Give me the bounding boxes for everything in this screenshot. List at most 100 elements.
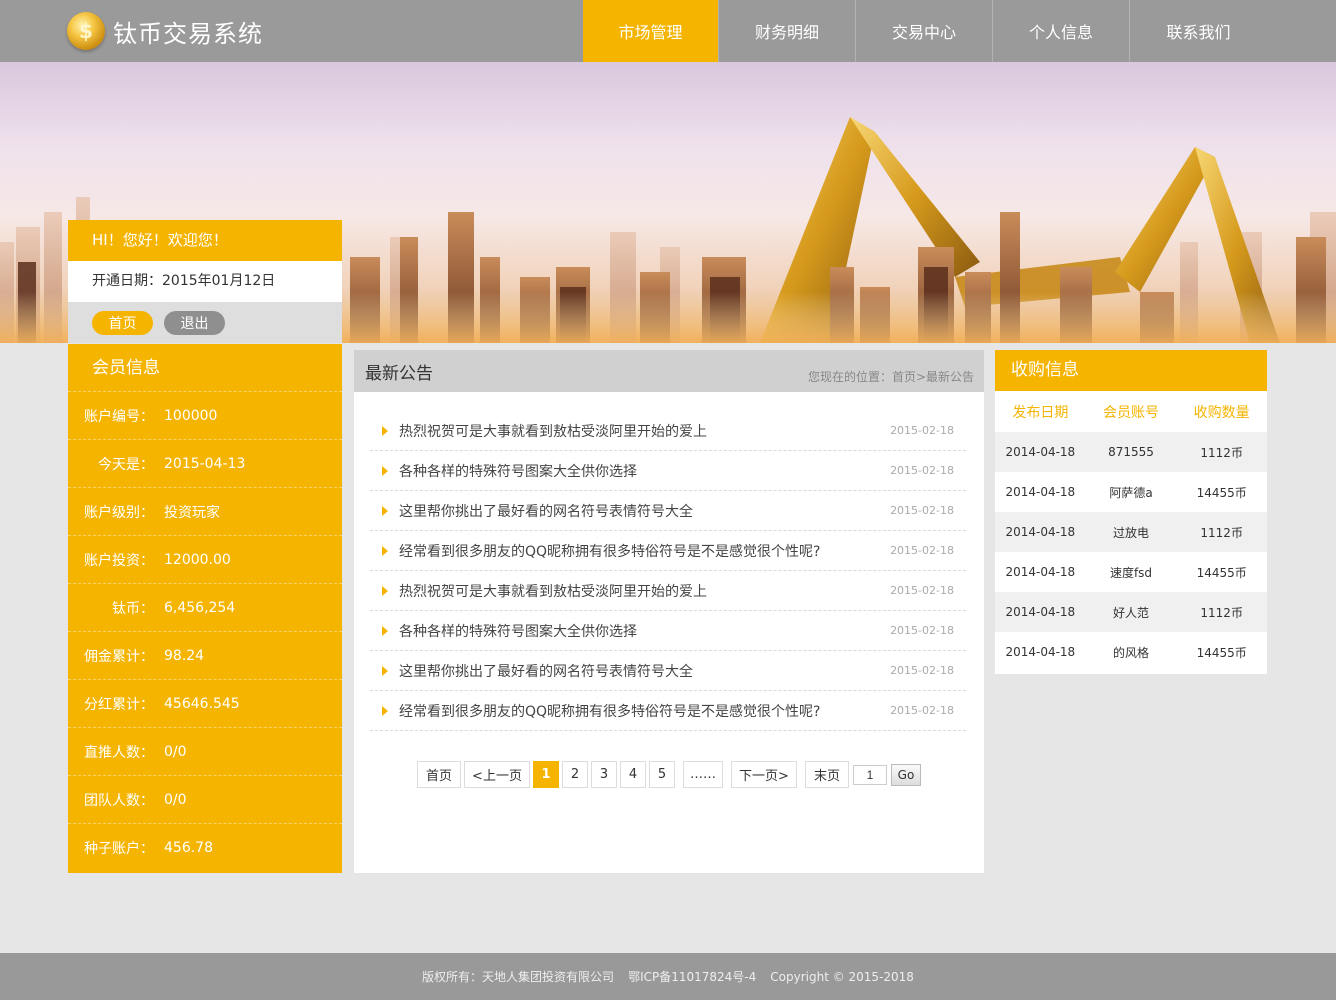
purchase-table-body: 2014-04-18 871555 1112币 2014-04-18 阿萨德a … [995, 432, 1267, 672]
member-row-coins: 钛币： 6,456,254 [68, 584, 342, 632]
member-info-panel: 会员信息 账户编号： 100000 今天是： 2015-04-13 账户级别： … [68, 344, 342, 873]
notice-date: 2015-02-18 [890, 624, 954, 637]
nav-trading-center[interactable]: 交易中心 [856, 0, 993, 62]
footer-copyright: Copyright © 2015-2018 [770, 969, 914, 984]
member-label: 钛币： [112, 600, 154, 617]
member-info-title: 会员信息 [68, 344, 342, 392]
footer-icp[interactable]: 鄂ICP备11017824号-4 [628, 968, 756, 985]
table-header: 发布日期 会员账号 收购数量 [995, 391, 1267, 432]
member-row-dividend: 分红累计： 45646.545 [68, 680, 342, 728]
table-cell: 2014-04-18 [1005, 525, 1076, 539]
member-value: 12000.00 [164, 551, 231, 568]
page-2-button[interactable]: 2 [562, 761, 588, 788]
notice-date: 2015-02-18 [890, 464, 954, 477]
next-page-button[interactable]: 下一页> [731, 761, 797, 788]
member-label: 今天是： [98, 456, 154, 473]
table-cell: 的风格 [1113, 645, 1150, 660]
member-value: 投资玩家 [164, 504, 220, 521]
site-logo[interactable]: $ 钛币交易系统 [67, 9, 263, 53]
home-button[interactable]: 首页 [92, 310, 153, 335]
list-item[interactable]: 各种各样的特殊符号图案大全供你选择 2015-02-18 [370, 451, 966, 491]
triangle-bullet-icon [382, 585, 388, 596]
notice-link[interactable]: 各种各样的特殊符号图案大全供你选择 [399, 621, 890, 641]
notice-link[interactable]: 热烈祝贺可是大事就看到敖枯受淡阿里开始的爱上 [399, 581, 890, 601]
list-item[interactable]: 热烈祝贺可是大事就看到敖枯受淡阿里开始的爱上 2015-02-18 [370, 571, 966, 611]
table-cell: 14455币 [1196, 485, 1247, 500]
table-cell: 2014-04-18 [1005, 645, 1076, 659]
table-row: 2014-04-18 的风格 14455币 [995, 632, 1267, 672]
breadcrumb[interactable]: 您现在的位置：首页>最新公告 [808, 358, 974, 385]
column-header-quantity: 收购数量 [1193, 404, 1250, 421]
table-cell: 2014-04-18 [1005, 485, 1076, 499]
table-row: 2014-04-18 过放电 1112币 [995, 512, 1267, 552]
page-3-button[interactable]: 3 [591, 761, 617, 788]
triangle-bullet-icon [382, 625, 388, 636]
member-label: 账户投资： [84, 552, 154, 569]
table-cell: 14455币 [1196, 645, 1247, 660]
table-cell: 2014-04-18 [1005, 445, 1076, 459]
notice-link[interactable]: 热烈祝贺可是大事就看到敖枯受淡阿里开始的爱上 [399, 421, 890, 441]
site-footer: 版权所有：天地人集团投资有限公司 鄂ICP备11017824号-4 Copyri… [0, 953, 1336, 1000]
triangle-bullet-icon [382, 705, 388, 716]
list-item[interactable]: 经常看到很多朋友的QQ昵称拥有很多特俗符号是不是感觉很个性呢? 2015-02-… [370, 691, 966, 731]
page-1-button[interactable]: 1 [533, 761, 559, 788]
member-value: 456.78 [164, 840, 213, 856]
coin-logo-icon: $ [67, 12, 105, 50]
notice-link[interactable]: 这里帮你挑出了最好看的网名符号表情符号大全 [399, 661, 890, 681]
table-cell: 速度fsd [1109, 565, 1153, 580]
member-label: 种子账户： [84, 841, 154, 857]
logout-button[interactable]: 退出 [164, 310, 225, 335]
table-row: 2014-04-18 871555 1112币 [995, 432, 1267, 472]
column-header-date: 发布日期 [1012, 404, 1069, 421]
member-value: 98.24 [164, 647, 205, 664]
welcome-actions: 首页 退出 [68, 302, 342, 343]
page-number-input[interactable] [853, 764, 887, 785]
prev-page-button[interactable]: <上一页 [464, 761, 530, 788]
table-cell: 2014-04-18 [1005, 565, 1076, 579]
notice-date: 2015-02-18 [890, 704, 954, 717]
table-row: 2014-04-18 好人范 1112币 [995, 592, 1267, 632]
member-value: 45646.545 [164, 695, 240, 712]
nav-market-management[interactable]: 市场管理 [583, 0, 719, 62]
member-label: 团队人数： [84, 792, 154, 809]
triangle-bullet-icon [382, 425, 388, 436]
member-row-direct-referrals: 直推人数： 0/0 [68, 728, 342, 776]
purchase-info-panel: 收购信息 发布日期 会员账号 收购数量 2014-04-18 871555 11… [995, 350, 1267, 674]
nav-contact-us[interactable]: 联系我们 [1130, 0, 1267, 62]
last-page-button[interactable]: 末页 [805, 761, 849, 788]
member-value: 100000 [164, 407, 218, 424]
notice-link[interactable]: 这里帮你挑出了最好看的网名符号表情符号大全 [399, 501, 890, 521]
list-item[interactable]: 经常看到很多朋友的QQ昵称拥有很多特俗符号是不是感觉很个性呢? 2015-02-… [370, 531, 966, 571]
notice-link[interactable]: 经常看到很多朋友的QQ昵称拥有很多特俗符号是不是感觉很个性呢? [399, 701, 890, 721]
member-row-investment: 账户投资： 12000.00 [68, 536, 342, 584]
member-row-commission: 佣金累计： 98.24 [68, 632, 342, 680]
notice-date: 2015-02-18 [890, 584, 954, 597]
nav-personal-info[interactable]: 个人信息 [993, 0, 1130, 62]
member-value: 2015-04-13 [164, 455, 246, 472]
list-item[interactable]: 这里帮你挑出了最好看的网名符号表情符号大全 2015-02-18 [370, 651, 966, 691]
list-item[interactable]: 各种各样的特殊符号图案大全供你选择 2015-02-18 [370, 611, 966, 651]
page-4-button[interactable]: 4 [620, 761, 646, 788]
list-item[interactable]: 这里帮你挑出了最好看的网名符号表情符号大全 2015-02-18 [370, 491, 966, 531]
table-row: 2014-04-18 阿萨德a 14455币 [995, 472, 1267, 512]
notice-link[interactable]: 各种各样的特殊符号图案大全供你选择 [399, 461, 890, 481]
table-cell: 阿萨德a [1109, 485, 1153, 500]
table-cell: 1112币 [1200, 605, 1243, 620]
table-cell: 1112币 [1200, 525, 1243, 540]
page-5-button[interactable]: 5 [649, 761, 675, 788]
nav-finance-details[interactable]: 财务明细 [719, 0, 856, 62]
go-button[interactable]: Go [891, 763, 921, 786]
notice-date: 2015-02-18 [890, 504, 954, 517]
list-item[interactable]: 热烈祝贺可是大事就看到敖枯受淡阿里开始的爱上 2015-02-18 [370, 411, 966, 451]
latest-notices-panel: 最新公告 您现在的位置：首页>最新公告 热烈祝贺可是大事就看到敖枯受淡阿里开始的… [354, 350, 984, 873]
footer-copyright-owner: 版权所有：天地人集团投资有限公司 [422, 970, 615, 984]
first-page-button[interactable]: 首页 [417, 761, 461, 788]
table-cell: 过放电 [1113, 525, 1150, 540]
triangle-bullet-icon [382, 545, 388, 556]
table-cell: 871555 [1108, 445, 1154, 459]
notice-date: 2015-02-18 [890, 664, 954, 677]
page-ellipsis: …… [683, 761, 723, 788]
site-title: 钛币交易系统 [113, 19, 263, 48]
notice-date: 2015-02-18 [890, 544, 954, 557]
notice-link[interactable]: 经常看到很多朋友的QQ昵称拥有很多特俗符号是不是感觉很个性呢? [399, 541, 890, 561]
